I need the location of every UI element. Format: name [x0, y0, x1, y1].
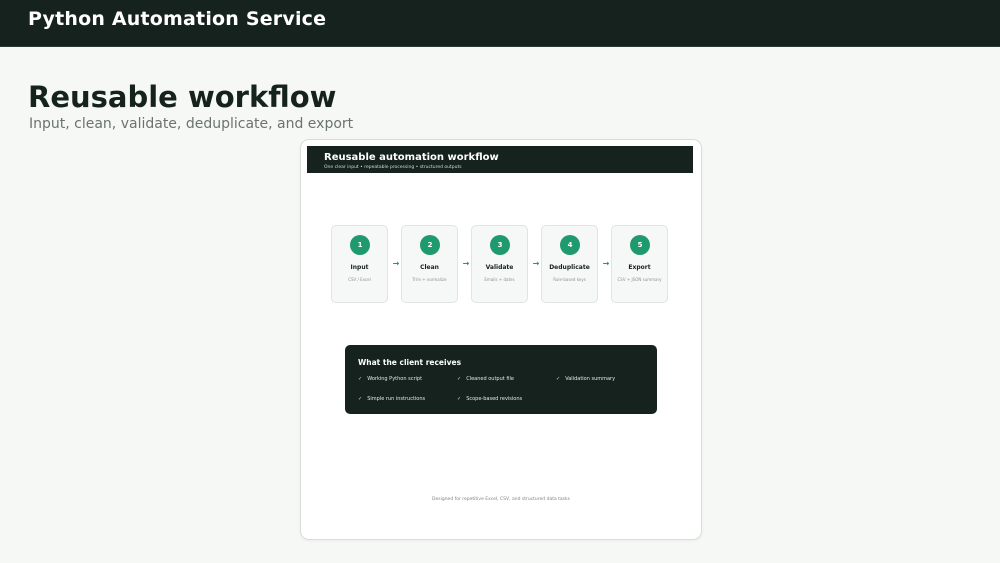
- step-description: CSV + JSON summary: [617, 277, 662, 282]
- step-number-badge: 3: [490, 235, 510, 255]
- step-description: CSV / Excel: [348, 277, 371, 282]
- card-subtitle: One clear input • repeatable processing …: [324, 165, 462, 170]
- workflow-card: Reusable automation workflow One clear i…: [300, 139, 702, 540]
- workflow-step-clean: 2 Clean Trim + normalize: [401, 225, 458, 303]
- card-footnote: Designed for repetitive Excel, CSV, and …: [432, 497, 570, 502]
- check-icon: ✓: [457, 376, 462, 382]
- check-icon: ✓: [556, 376, 561, 382]
- deliverables-panel: What the client receives ✓ Working Python…: [345, 345, 657, 414]
- step-name: Input: [350, 264, 369, 271]
- step-name: Deduplicate: [549, 264, 590, 271]
- check-icon: ✓: [358, 376, 363, 382]
- deliverable-item: ✓ Validation summary: [556, 376, 615, 382]
- step-number-badge: 4: [560, 235, 580, 255]
- step-number-badge: 5: [630, 235, 650, 255]
- workflow-step-validate: 3 Validate Emails + dates: [471, 225, 528, 303]
- deliverable-item: ✓ Scope-based revisions: [457, 396, 522, 402]
- deliverable-label: Scope-based revisions: [466, 396, 523, 402]
- workflow-step-input: 1 Input CSV / Excel: [331, 225, 388, 303]
- card-title: Reusable automation workflow: [324, 152, 499, 163]
- card-header: Reusable automation workflow One clear i…: [307, 146, 693, 173]
- step-description: Trim + normalize: [412, 277, 447, 282]
- app-title: Python Automation Service: [28, 8, 327, 30]
- workflow-step-export: 5 Export CSV + JSON summary: [611, 225, 668, 303]
- deliverable-label: Validation summary: [565, 376, 616, 382]
- deliverables-title: What the client receives: [358, 358, 462, 367]
- deliverable-label: Cleaned output file: [466, 376, 514, 382]
- page-subtitle: Input, clean, validate, deduplicate, and…: [29, 116, 354, 132]
- step-description: Rule-based keys: [553, 277, 586, 282]
- workflow-step-deduplicate: 4 Deduplicate Rule-based keys: [541, 225, 598, 303]
- deliverable-item: ✓ Working Python script: [358, 376, 422, 382]
- deliverable-label: Working Python script: [367, 376, 423, 382]
- step-number-badge: 1: [350, 235, 370, 255]
- check-icon: ✓: [358, 396, 363, 402]
- deliverable-item: ✓ Simple run instructions: [358, 396, 425, 402]
- app-header: Python Automation Service: [0, 0, 1000, 47]
- check-icon: ✓: [457, 396, 462, 402]
- page-title: Reusable workflow: [28, 80, 337, 114]
- step-name: Clean: [420, 264, 439, 271]
- step-name: Export: [628, 264, 651, 271]
- deliverable-label: Simple run instructions: [367, 396, 426, 402]
- step-name: Validate: [485, 264, 514, 271]
- deliverable-item: ✓ Cleaned output file: [457, 376, 514, 382]
- step-number-badge: 2: [420, 235, 440, 255]
- step-description: Emails + dates: [484, 277, 515, 282]
